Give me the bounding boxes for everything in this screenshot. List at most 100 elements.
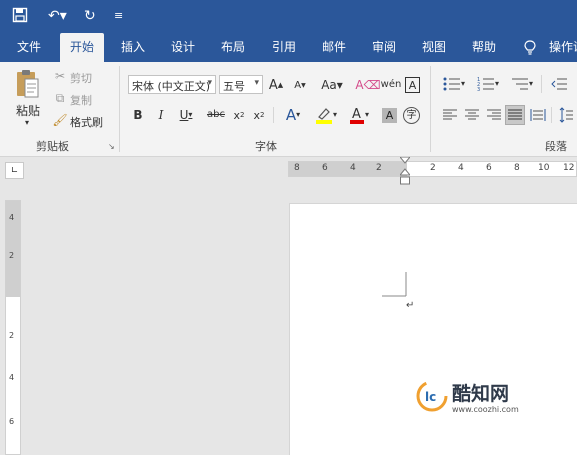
align-right-icon[interactable] (485, 107, 503, 123)
character-border-icon[interactable]: A (405, 77, 420, 93)
group-divider (119, 66, 120, 152)
divider (541, 75, 542, 93)
scissors-icon: ✂ (54, 69, 66, 83)
chevron-down-icon: ▾ (254, 78, 259, 88)
tab-home[interactable]: 开始 (60, 33, 105, 62)
ruler-number: 4 (9, 213, 15, 222)
customize-icon[interactable]: ≡ (114, 7, 123, 25)
tab-review[interactable]: 审阅 (372, 39, 396, 56)
lightbulb-icon[interactable] (524, 40, 536, 60)
group-divider (430, 66, 431, 152)
numbering-icon[interactable]: 1 2 3 ▾ (475, 75, 501, 93)
horizontal-ruler[interactable]: 8 6 4 2 2 4 6 8 10 12 (288, 161, 577, 177)
clear-formatting-icon[interactable]: A⌫ (355, 76, 380, 94)
margin-corner-mark (382, 272, 407, 297)
ruler-number: 6 (322, 163, 328, 173)
underline-icon[interactable]: U ▾ (175, 107, 197, 123)
tab-mailings[interactable]: 邮件 (322, 39, 346, 56)
undo-icon[interactable]: ↶▾ (48, 7, 67, 25)
ruler-number: 2 (9, 251, 15, 260)
strikethrough-icon[interactable]: abc (206, 107, 226, 123)
ruler-number: 4 (350, 163, 356, 173)
ruler-number: 8 (514, 163, 520, 173)
tab-layout[interactable]: 布局 (221, 39, 245, 56)
paste-icon[interactable] (14, 68, 40, 100)
text-effects-icon[interactable]: A ▾ (281, 105, 305, 125)
redo-icon[interactable]: ↻ (84, 7, 96, 25)
watermark-brand: 酷知网 (452, 383, 510, 405)
subscript-icon[interactable]: x2 (231, 107, 247, 123)
font-size-value: 五号 (223, 80, 245, 93)
shrink-font-icon[interactable]: A ▼ (292, 78, 308, 94)
italic-icon[interactable]: I (154, 107, 168, 123)
ruler-number: 2 (376, 163, 382, 173)
clipboard-group-label: 剪贴板 (36, 140, 69, 153)
title-bar: ↶▾ ↻ ≡ (0, 0, 577, 33)
highlight-icon[interactable]: ▾ (311, 105, 341, 125)
left-tab-icon: ∟ (10, 165, 19, 176)
svg-text:3: 3 (477, 87, 480, 91)
tab-design[interactable]: 设计 (171, 39, 195, 56)
vertical-ruler[interactable]: 4 2 2 4 6 (5, 200, 21, 455)
ruler-number: 10 (538, 163, 550, 173)
divider (273, 107, 274, 123)
copy-button[interactable]: 复制 (70, 92, 92, 108)
svg-text:lc: lc (425, 390, 436, 404)
font-name-combo[interactable]: 宋体 (中文正文) ▾ (128, 75, 216, 94)
paste-dropdown-icon[interactable]: ▾ (25, 118, 29, 127)
tab-view[interactable]: 视图 (422, 39, 446, 56)
paste-button[interactable]: 粘贴 (16, 102, 40, 119)
document-page[interactable]: ↵ lc 酷知网 www.coozhi.com (289, 203, 577, 455)
justify-icon[interactable] (505, 105, 525, 125)
clipboard-launcher-icon[interactable]: ↘ (108, 142, 115, 151)
line-spacing-icon[interactable] (557, 105, 575, 125)
superscript-icon[interactable]: x2 (251, 107, 267, 123)
ruler-number: 6 (9, 417, 15, 426)
tab-file[interactable]: 文件 (17, 39, 41, 56)
ruler-number: 8 (294, 163, 300, 173)
ribbon: 粘贴 ▾ ✂ 剪切 ⧉ 复制 🖌 格式刷 剪贴板 ↘ 宋体 (中文正文) ▾ 五… (0, 62, 577, 157)
svg-text:A: A (352, 107, 361, 122)
format-painter-icon: 🖌 (52, 113, 68, 127)
bold-icon[interactable]: B (131, 107, 145, 123)
grow-font-icon[interactable]: A ▲ (268, 76, 284, 94)
ruler-number: 12 (563, 163, 575, 173)
bullets-icon[interactable]: ▾ (441, 75, 467, 93)
paragraph-group-label: 段落 (545, 140, 567, 153)
multilevel-list-icon[interactable]: ▾ (509, 75, 535, 93)
tab-references[interactable]: 引用 (272, 39, 296, 56)
decrease-indent-icon[interactable] (549, 75, 569, 93)
indent-marker[interactable] (398, 156, 412, 186)
format-painter-button[interactable]: 格式刷 (70, 114, 103, 130)
phonetic-guide-icon[interactable]: wén (381, 75, 402, 95)
font-color-icon[interactable]: A ▾ (346, 105, 372, 125)
ruler-number: 4 (9, 373, 15, 382)
font-group-label: 字体 (255, 140, 277, 153)
save-icon[interactable] (12, 7, 28, 28)
font-size-combo[interactable]: 五号 ▾ (219, 75, 263, 94)
align-left-icon[interactable] (441, 107, 459, 123)
ribbon-tabs: 文件 开始 插入 设计 布局 引用 邮件 审阅 视图 帮助 操作说 (0, 33, 577, 62)
tell-me-search[interactable]: 操作说 (549, 39, 577, 56)
ruler-number: 2 (430, 163, 436, 173)
ruler-number: 6 (486, 163, 492, 173)
ruler-number: 2 (9, 331, 15, 340)
chevron-down-icon: ▾ (207, 78, 212, 88)
font-name-value: 宋体 (中文正文) (132, 80, 211, 93)
cut-button[interactable]: 剪切 (70, 70, 92, 86)
copy-icon: ⧉ (55, 91, 65, 105)
align-center-icon[interactable] (463, 107, 481, 123)
tab-insert[interactable]: 插入 (121, 39, 145, 56)
character-shading-icon[interactable]: A (382, 108, 397, 123)
distributed-icon[interactable] (529, 107, 547, 123)
tab-help[interactable]: 帮助 (472, 39, 496, 56)
change-case-icon[interactable]: Aa▾ (318, 76, 346, 94)
enclose-characters-icon[interactable]: 字 (403, 107, 420, 124)
coozhi-logo-icon: lc (416, 380, 448, 412)
watermark-url: www.coozhi.com (452, 405, 519, 414)
tab-selector[interactable]: ∟ (5, 162, 24, 179)
divider (551, 107, 552, 123)
ruler-number: 4 (458, 163, 464, 173)
ruler-margin-area (289, 162, 407, 176)
paragraph-mark-icon: ↵ (406, 300, 415, 311)
